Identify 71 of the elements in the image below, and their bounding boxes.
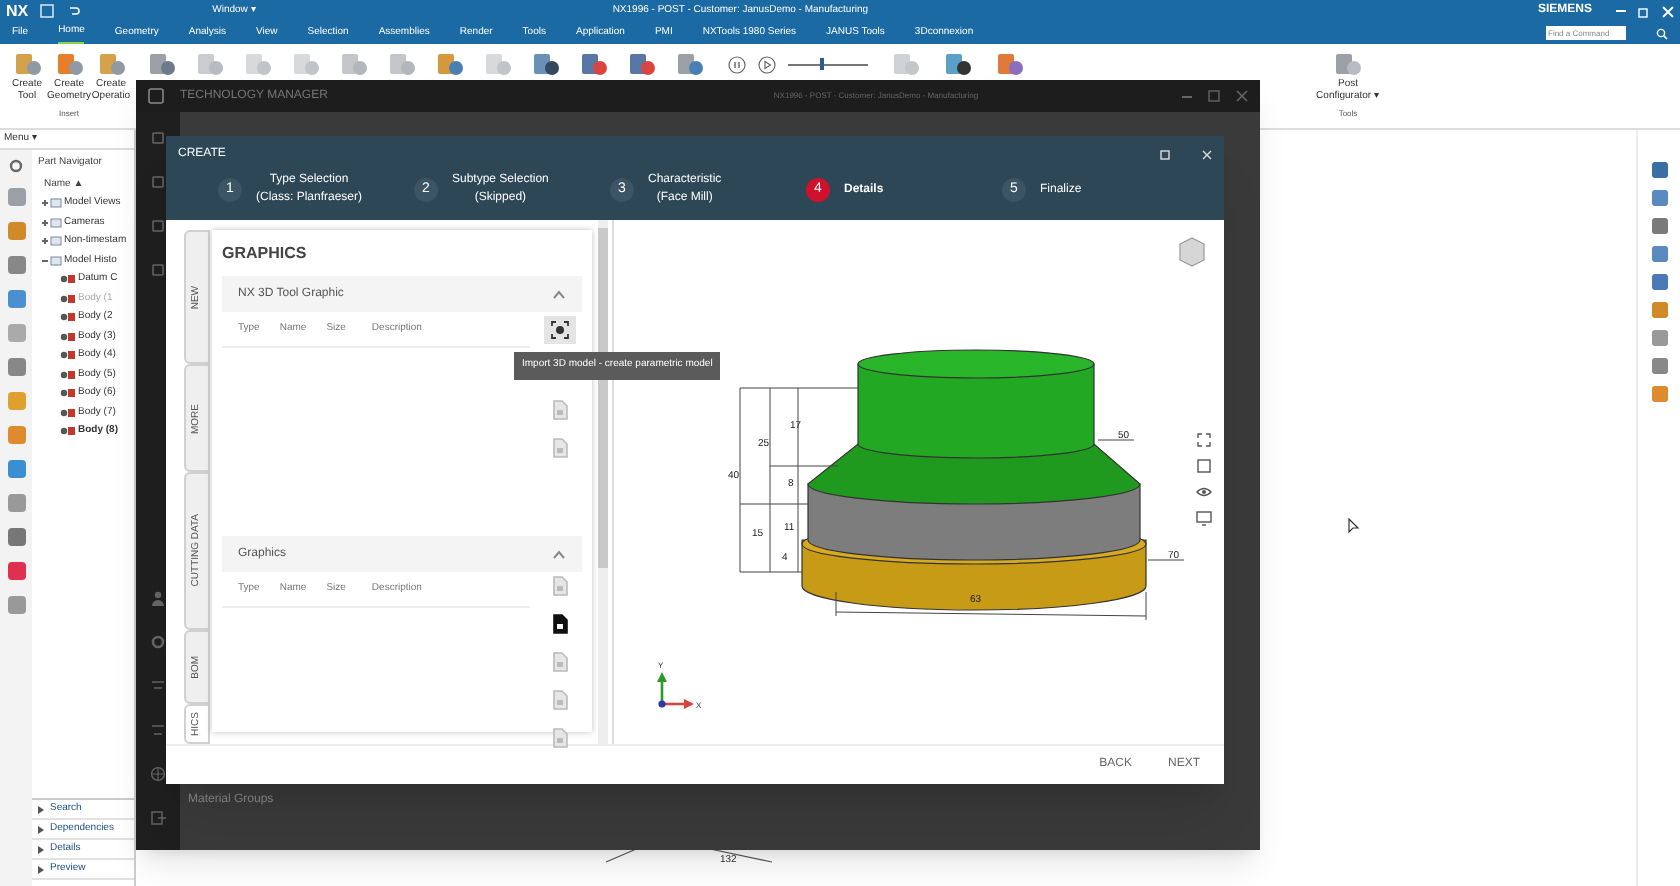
toolbar-icon[interactable] bbox=[944, 50, 972, 78]
search-icon[interactable] bbox=[1656, 27, 1668, 39]
save-icon[interactable] bbox=[40, 4, 55, 18]
scrollbar-thumb[interactable] bbox=[598, 228, 608, 568]
toolbar-icon[interactable] bbox=[532, 50, 560, 78]
close-icon[interactable] bbox=[1236, 90, 1248, 102]
app-icon bbox=[148, 88, 164, 104]
restore-icon[interactable] bbox=[1638, 5, 1650, 17]
speed-slider[interactable] bbox=[788, 57, 868, 71]
sidebar-icon[interactable] bbox=[152, 176, 164, 188]
minimize-icon[interactable] bbox=[1182, 95, 1192, 97]
body-icon bbox=[60, 426, 76, 437]
app-logo: NX bbox=[6, 0, 29, 23]
caret-icon[interactable] bbox=[552, 549, 566, 559]
node-icon bbox=[50, 236, 62, 247]
expand-arrow-icon bbox=[38, 865, 44, 873]
axis-triad-icon bbox=[657, 672, 694, 709]
settings-icon[interactable] bbox=[8, 158, 24, 174]
node-icon bbox=[50, 198, 62, 209]
body-icon bbox=[60, 312, 76, 323]
body-icon bbox=[60, 350, 76, 361]
expand-arrow-icon bbox=[38, 825, 44, 833]
node-icon bbox=[50, 255, 62, 266]
resource-bar-icon[interactable] bbox=[5, 322, 27, 344]
undo-icon[interactable] bbox=[66, 4, 81, 18]
body-icon bbox=[60, 274, 76, 285]
resource-bar-icon[interactable] bbox=[5, 526, 27, 548]
view-cube-icon[interactable] bbox=[1176, 236, 1208, 268]
caret-icon[interactable] bbox=[552, 289, 566, 299]
globe-icon[interactable] bbox=[150, 766, 166, 782]
create-icon[interactable] bbox=[97, 50, 125, 78]
body-icon bbox=[60, 331, 76, 342]
resource-bar-icon[interactable] bbox=[5, 390, 27, 412]
monitor-icon[interactable] bbox=[1196, 510, 1212, 526]
scan-icon bbox=[550, 320, 570, 340]
cursor-icon bbox=[1348, 518, 1360, 534]
logout-icon[interactable] bbox=[150, 810, 166, 826]
document-icon[interactable] bbox=[552, 614, 568, 634]
body-icon bbox=[60, 407, 76, 418]
expand-toggle-icon[interactable] bbox=[40, 256, 48, 265]
body-icon bbox=[60, 388, 76, 399]
create-icon[interactable] bbox=[55, 50, 83, 78]
user-icon[interactable] bbox=[150, 590, 166, 606]
body-icon bbox=[60, 293, 76, 304]
import-model-button[interactable] bbox=[544, 316, 576, 344]
scrollbar[interactable] bbox=[598, 220, 608, 744]
maximize-icon[interactable] bbox=[1208, 90, 1220, 102]
resource-bar-icon[interactable] bbox=[5, 356, 27, 378]
resource-bar-icon[interactable] bbox=[5, 492, 27, 514]
pause-icon[interactable] bbox=[728, 55, 746, 73]
sidebar-icon[interactable] bbox=[152, 220, 164, 232]
resource-bar-icon[interactable] bbox=[5, 220, 27, 242]
expand-arrow-icon bbox=[38, 845, 44, 853]
eye-icon[interactable] bbox=[1196, 484, 1212, 500]
resource-bar-icon[interactable] bbox=[5, 424, 27, 446]
expand-arrow-icon bbox=[38, 805, 44, 813]
resource-bar-icon[interactable] bbox=[5, 594, 27, 616]
settings-icon[interactable] bbox=[150, 634, 166, 650]
create-icon[interactable] bbox=[13, 50, 41, 78]
resource-bar-icon[interactable] bbox=[5, 458, 27, 480]
node-icon bbox=[50, 217, 62, 228]
panel-heading: GRAPHICS bbox=[222, 242, 309, 266]
sidebar-icon[interactable] bbox=[152, 132, 164, 144]
resource-bar-icon[interactable] bbox=[5, 186, 27, 208]
resource-bar-icon[interactable] bbox=[5, 254, 27, 276]
fit-view-icon[interactable] bbox=[1196, 432, 1212, 448]
resource-bar-icon[interactable] bbox=[5, 560, 27, 582]
body-icon bbox=[60, 369, 76, 380]
resource-bar-icon[interactable] bbox=[5, 288, 27, 310]
sidebar-icon[interactable] bbox=[152, 264, 164, 276]
play-icon[interactable] bbox=[758, 55, 776, 73]
